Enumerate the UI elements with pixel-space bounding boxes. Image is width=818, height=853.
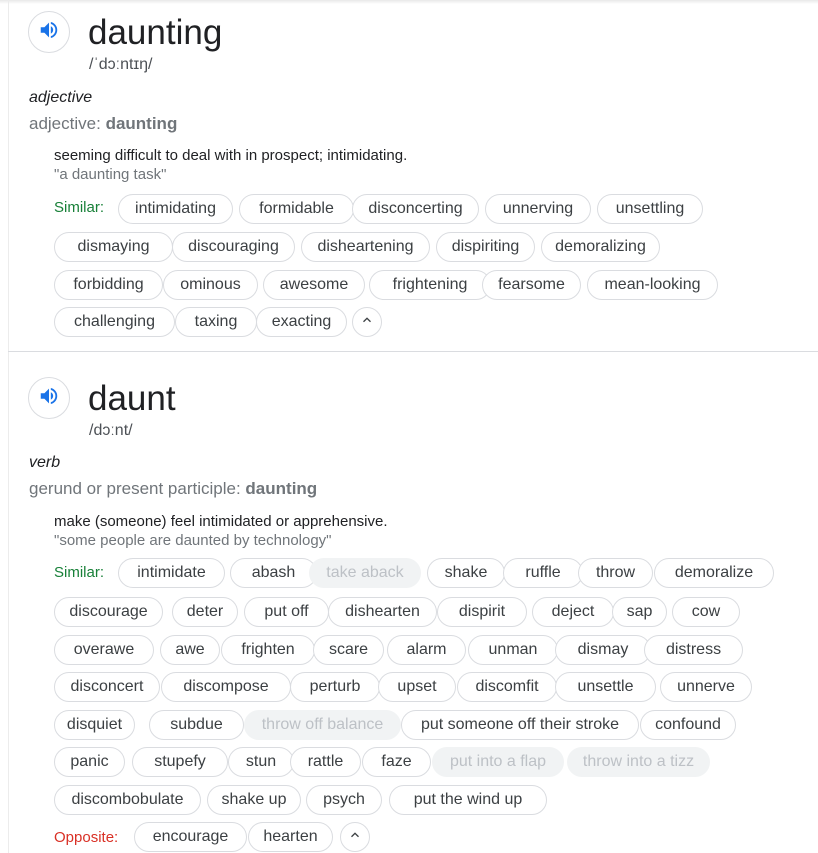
similar-chip[interactable]: mean-looking	[587, 270, 718, 300]
entry-daunting: daunting /ˈdɔːntɪŋ/ adjective adjective:…	[8, 0, 818, 352]
similar-chip[interactable]: psych	[306, 785, 382, 815]
entry-daunt: daunt /dɔːnt/ verb gerund or present par…	[8, 352, 818, 853]
similar-chip[interactable]: taxing	[175, 307, 257, 337]
headword: daunting	[88, 13, 223, 52]
similar-chip[interactable]: ruffle	[503, 558, 583, 588]
word-form: adjective: daunting	[29, 114, 177, 134]
similar-chip[interactable]: discouraging	[172, 232, 295, 262]
similar-chip[interactable]: shake	[427, 558, 505, 588]
similar-chip[interactable]: dismaying	[54, 232, 173, 262]
definition: make (someone) feel intimidated or appre…	[54, 513, 388, 530]
similar-chip[interactable]: panic	[54, 747, 125, 777]
similar-chip[interactable]: distress	[644, 635, 743, 665]
similar-chip[interactable]: rattle	[290, 747, 361, 777]
similar-chip[interactable]: disheartening	[301, 232, 430, 262]
word-form-prefix: adjective:	[29, 114, 101, 133]
similar-chip[interactable]: confound	[640, 710, 736, 740]
similar-chip[interactable]: discombobulate	[54, 785, 201, 815]
similar-chip[interactable]: deter	[172, 597, 238, 627]
similar-chip[interactable]: unnerve	[660, 672, 752, 702]
similar-chip[interactable]: fearsome	[482, 270, 581, 300]
similar-chip[interactable]: forbidding	[54, 270, 163, 300]
similar-chip[interactable]: discourage	[54, 597, 163, 627]
similar-chip[interactable]: dishearten	[328, 597, 437, 627]
collapse-button[interactable]	[340, 822, 370, 852]
opposite-chip[interactable]: hearten	[248, 822, 333, 852]
similar-chip[interactable]: scare	[313, 635, 384, 665]
example: "some people are daunted by technology"	[54, 532, 332, 549]
word-form-prefix: gerund or present participle:	[29, 479, 241, 498]
similar-chip[interactable]: discompose	[161, 672, 291, 702]
similar-chip[interactable]: cow	[672, 597, 740, 627]
phonetic: /dɔːnt/	[89, 422, 133, 439]
speaker-icon	[38, 385, 60, 412]
phonetic: /ˈdɔːntɪŋ/	[89, 56, 153, 73]
opposite-chip[interactable]: encourage	[134, 822, 247, 852]
part-of-speech: adjective	[29, 89, 93, 106]
definition: seeming difficult to deal with in prospe…	[54, 147, 408, 164]
similar-chip[interactable]: perturb	[290, 672, 380, 702]
similar-chip[interactable]: ominous	[163, 270, 258, 300]
similar-chip[interactable]: sap	[612, 597, 667, 627]
similar-chip[interactable]: awesome	[263, 270, 365, 300]
similar-chip: take aback	[309, 558, 421, 588]
similar-chip[interactable]: formidable	[239, 194, 354, 224]
similar-chip[interactable]: intimidating	[118, 194, 233, 224]
speaker-icon	[38, 19, 60, 46]
similar-label: Similar:	[54, 199, 105, 216]
similar-chip[interactable]: upset	[378, 672, 456, 702]
similar-chip[interactable]: frightening	[369, 270, 491, 300]
similar-chip[interactable]: alarm	[387, 635, 466, 665]
word-form-word: daunting	[105, 114, 178, 133]
similar-chip[interactable]: deject	[532, 597, 614, 627]
similar-chip[interactable]: intimidate	[118, 558, 225, 588]
headword: daunt	[88, 379, 176, 418]
similar-chip[interactable]: shake up	[207, 785, 301, 815]
opposite-label: Opposite:	[54, 829, 119, 846]
similar-chip[interactable]: stupefy	[132, 747, 228, 777]
similar-chip[interactable]: unnerving	[485, 194, 591, 224]
pronunciation-button[interactable]	[28, 377, 70, 419]
pronunciation-button[interactable]	[28, 11, 70, 53]
chevron-up-icon	[360, 313, 374, 332]
similar-chip[interactable]: dispiriting	[436, 232, 535, 262]
chevron-up-icon	[348, 828, 362, 847]
similar-chip[interactable]: dispirit	[437, 597, 527, 627]
similar-chip[interactable]: subdue	[149, 710, 244, 740]
similar-chip[interactable]: unsettle	[555, 672, 656, 702]
similar-chip: throw into a tizz	[567, 747, 710, 777]
similar-chip[interactable]: demoralizing	[541, 232, 660, 262]
similar-chip[interactable]: exacting	[256, 307, 347, 337]
similar-chip[interactable]: overawe	[54, 635, 154, 665]
word-form: gerund or present participle: daunting	[29, 479, 317, 499]
part-of-speech: verb	[29, 454, 61, 471]
similar-chip[interactable]: disquiet	[54, 710, 135, 740]
similar-chip[interactable]: put off	[244, 597, 329, 627]
similar-chip[interactable]: unsettling	[597, 194, 703, 224]
similar-chip[interactable]: awe	[160, 635, 220, 665]
similar-chip: throw off balance	[244, 710, 401, 740]
similar-chip[interactable]: challenging	[54, 307, 175, 337]
collapse-button[interactable]	[352, 307, 382, 337]
word-form-word: daunting	[245, 479, 318, 498]
similar-label: Similar:	[54, 564, 105, 581]
similar-chip[interactable]: abash	[230, 558, 317, 588]
similar-chip[interactable]: demoralize	[654, 558, 774, 588]
similar-chip[interactable]: throw	[578, 558, 653, 588]
similar-chip[interactable]: disconcert	[54, 672, 160, 702]
similar-chip[interactable]: frighten	[221, 635, 315, 665]
similar-chip[interactable]: discomfit	[457, 672, 557, 702]
example: "a daunting task"	[54, 166, 167, 183]
similar-chip[interactable]: unman	[468, 635, 558, 665]
similar-chip[interactable]: stun	[228, 747, 294, 777]
similar-chip[interactable]: faze	[362, 747, 431, 777]
similar-chip[interactable]: disconcerting	[352, 194, 479, 224]
similar-chip[interactable]: dismay	[555, 635, 651, 665]
similar-chip[interactable]: put the wind up	[389, 785, 547, 815]
similar-chip[interactable]: put someone off their stroke	[401, 710, 639, 740]
similar-chip: put into a flap	[432, 747, 564, 777]
